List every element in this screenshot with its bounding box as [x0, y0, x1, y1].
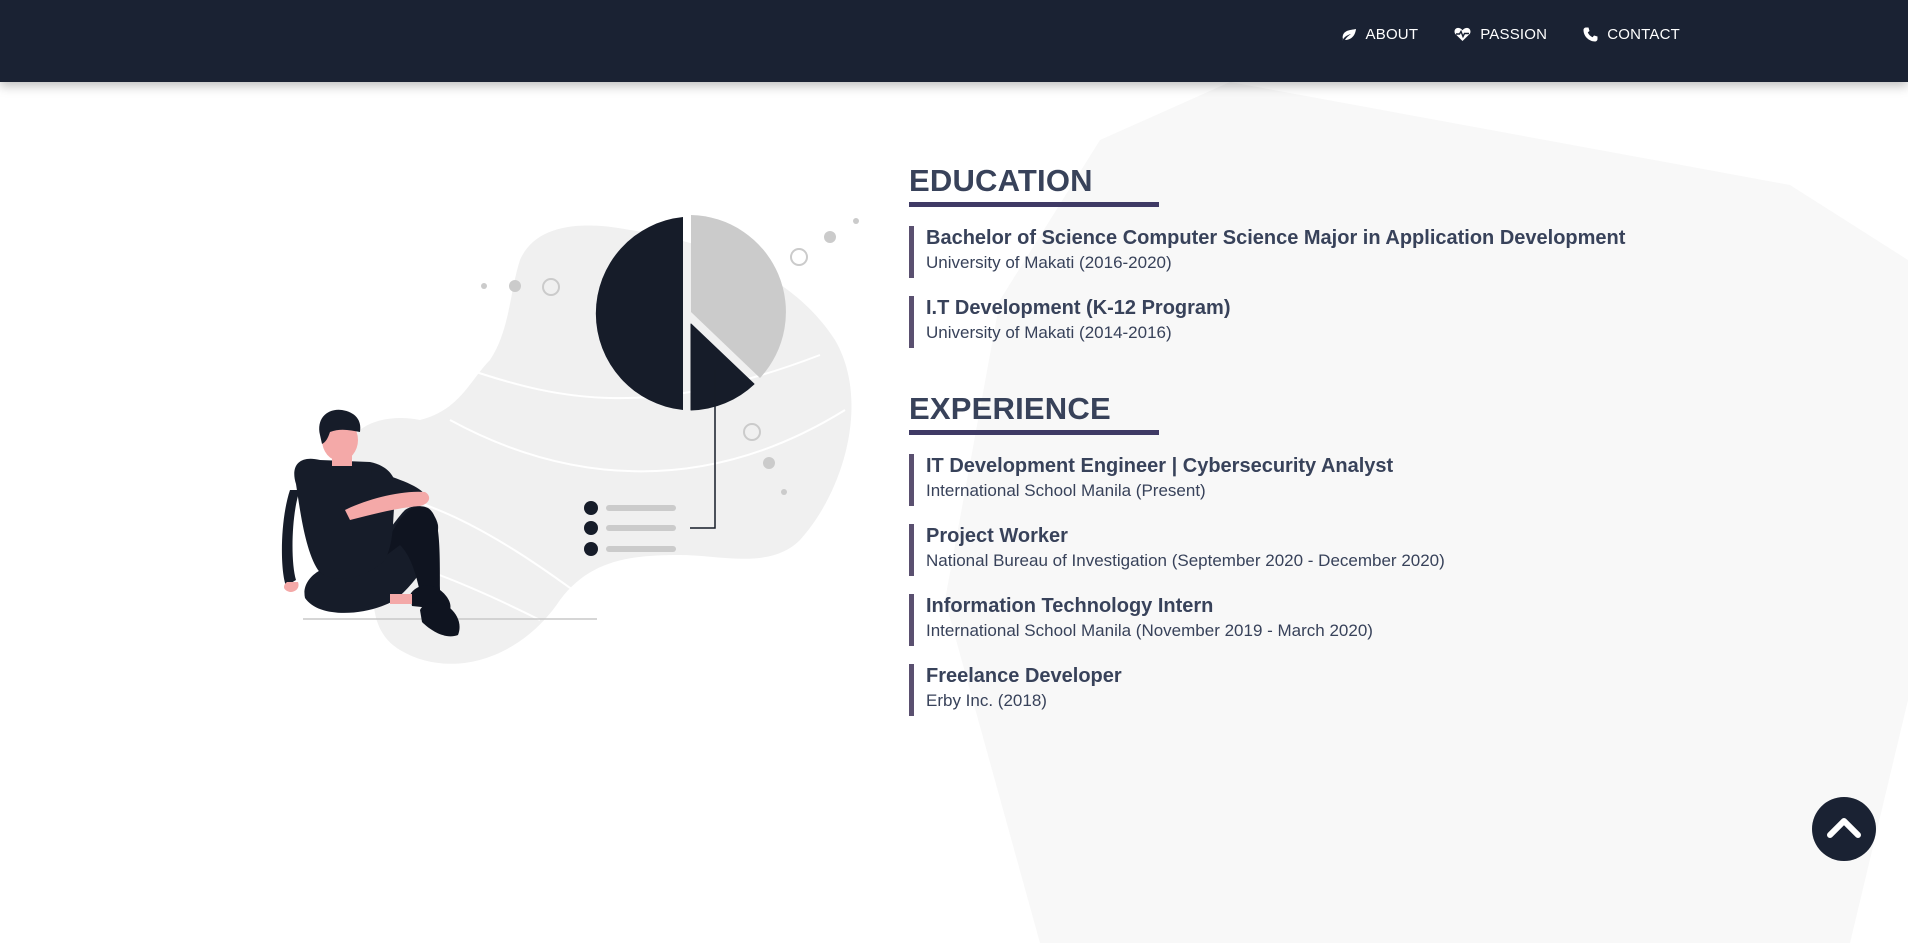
scroll-to-top-button[interactable]: [1812, 797, 1876, 861]
experience-entry-title: Information Technology Intern: [926, 595, 1214, 617]
education-entry: Bachelor of Science Computer Science Maj…: [909, 226, 1709, 278]
experience-section: EXPERIENCE IT Development Engineer | Cyb…: [909, 391, 1709, 716]
leaf-icon: [1341, 28, 1357, 42]
nav-label-contact: CONTACT: [1607, 26, 1680, 43]
phone-icon: [1583, 27, 1598, 42]
education-entry-title: I.T Development (K-12 Program): [926, 297, 1231, 319]
person-with-pie-chart-illustration: [281, 215, 859, 664]
experience-entry: Project Worker National Bureau of Invest…: [909, 524, 1709, 576]
nav-menu: ABOUT PASSION CONTACT: [1341, 26, 1680, 43]
experience-entry-title: Freelance Developer: [926, 665, 1122, 687]
education-entry: I.T Development (K-12 Program) Universit…: [909, 296, 1709, 348]
experience-entry-subtitle: National Bureau of Investigation (Septem…: [926, 551, 1445, 570]
nav-label-about: ABOUT: [1365, 26, 1419, 43]
nav-label-passion: PASSION: [1480, 26, 1548, 43]
education-entry-title: Bachelor of Science Computer Science Maj…: [926, 227, 1626, 249]
education-entry-subtitle: University of Makati (2016-2020): [926, 253, 1172, 272]
education-heading-underline: [909, 202, 1159, 207]
experience-entry: Information Technology Intern Internatio…: [909, 594, 1709, 646]
education-heading: EDUCATION: [909, 163, 1093, 198]
nav-link-about[interactable]: ABOUT: [1341, 26, 1419, 43]
experience-entry-title: Project Worker: [926, 525, 1068, 547]
top-navbar: ABOUT PASSION CONTACT: [0, 0, 1908, 82]
experience-entry: Freelance Developer Erby Inc. (2018): [909, 664, 1709, 716]
experience-entry: IT Development Engineer | Cybersecurity …: [909, 454, 1709, 506]
heart-pulse-icon: [1454, 27, 1471, 42]
experience-heading-underline: [909, 430, 1159, 435]
resume-content: EDUCATION Bachelor of Science Computer S…: [909, 163, 1709, 716]
nav-link-passion[interactable]: PASSION: [1454, 26, 1547, 43]
experience-entry-subtitle: International School Manila (November 20…: [926, 621, 1373, 640]
education-section: EDUCATION Bachelor of Science Computer S…: [909, 163, 1709, 348]
experience-entry-subtitle: International School Manila (Present): [926, 481, 1206, 500]
experience-heading: EXPERIENCE: [909, 391, 1111, 426]
experience-entry-title: IT Development Engineer | Cybersecurity …: [926, 455, 1394, 477]
chevron-up-icon: [1826, 815, 1862, 844]
education-entry-subtitle: University of Makati (2014-2016): [926, 323, 1172, 342]
experience-entry-subtitle: Erby Inc. (2018): [926, 691, 1047, 710]
nav-link-contact[interactable]: CONTACT: [1583, 26, 1680, 43]
